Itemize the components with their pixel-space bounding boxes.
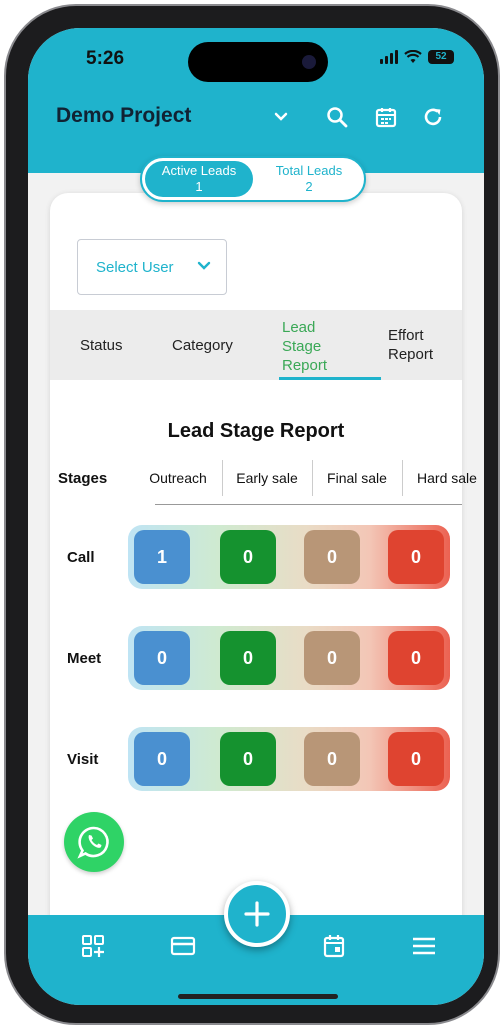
chevron-down-icon: [197, 261, 211, 270]
whatsapp-button[interactable]: [64, 812, 124, 872]
stage-cell[interactable]: 0: [134, 631, 190, 685]
total-leads-count: 2: [305, 179, 313, 194]
calendar-icon: [375, 108, 397, 128]
tab-status[interactable]: Status: [80, 310, 123, 380]
status-indicators: 52: [380, 50, 454, 64]
stage-cell[interactable]: 0: [388, 530, 444, 584]
stage-cell[interactable]: 0: [304, 631, 360, 685]
stage-cell[interactable]: 0: [388, 732, 444, 786]
stage-label-visit: Visit: [67, 751, 99, 768]
dynamic-island: [188, 42, 328, 82]
battery-icon: 52: [428, 50, 454, 64]
stage-label-meet: Meet: [67, 650, 102, 667]
stage-row-call: 1 0 0 0: [128, 525, 450, 589]
stage-cell[interactable]: 0: [388, 631, 444, 685]
tab-effort-report[interactable]: Effort Report: [388, 310, 454, 380]
whatsapp-icon: [77, 826, 109, 859]
stage-cell[interactable]: 1: [134, 530, 190, 584]
column-header-outreach: Outreach: [149, 470, 207, 486]
camera-icon: [302, 55, 316, 69]
calendar-button[interactable]: [371, 102, 401, 132]
search-icon: [327, 107, 348, 128]
signal-icon: [380, 50, 398, 64]
project-title: Demo Project: [56, 104, 192, 127]
project-dropdown-button[interactable]: [266, 102, 296, 132]
lead-count-toggle: Active Leads 1 Total Leads 2: [140, 156, 366, 202]
total-leads-label: Total Leads: [275, 163, 343, 178]
active-leads-count: 1: [195, 179, 203, 194]
column-header-hard-sale: Hard sale: [417, 470, 477, 486]
nav-card-button[interactable]: [168, 931, 198, 961]
home-indicator[interactable]: [178, 994, 338, 999]
nav-dashboard-button[interactable]: [78, 931, 108, 961]
stage-cell[interactable]: 0: [220, 732, 276, 786]
tab-category[interactable]: Category: [172, 310, 233, 380]
wifi-icon: [404, 50, 422, 63]
report-title: Lead Stage Report: [167, 420, 345, 442]
grid-add-icon: [82, 935, 104, 957]
stage-cell[interactable]: 0: [304, 530, 360, 584]
chevron-down-icon: [274, 112, 288, 121]
credit-card-icon: [170, 936, 196, 956]
stage-label-call: Call: [67, 549, 95, 566]
stage-cell[interactable]: 0: [134, 732, 190, 786]
stage-cell[interactable]: 0: [304, 732, 360, 786]
calendar-icon: [323, 935, 345, 958]
select-user-label: Select User: [96, 259, 174, 276]
menu-icon: [413, 937, 435, 955]
header-divider: [155, 504, 462, 505]
tab-status-label: Status: [80, 336, 123, 354]
total-leads-toggle[interactable]: Total Leads 2: [255, 161, 363, 197]
report-tabs: Status Category Lead Stage Report Effort…: [50, 310, 462, 380]
nav-menu-button[interactable]: [409, 931, 439, 961]
tab-effort-report-label: Effort Report: [388, 327, 434, 363]
column-header-early-sale: Early sale: [236, 470, 298, 486]
nav-calendar-button[interactable]: [319, 931, 349, 961]
stage-row-visit: 0 0 0 0: [128, 727, 450, 791]
stage-cell[interactable]: 0: [220, 530, 276, 584]
stages-header: Stages: [58, 470, 108, 487]
tab-lead-stage-report[interactable]: Lead Stage Report: [282, 310, 348, 380]
plus-icon: [244, 901, 270, 927]
tab-category-label: Category: [172, 336, 233, 354]
refresh-button[interactable]: [418, 102, 448, 132]
stage-row-meet: 0 0 0 0: [128, 626, 450, 690]
select-user-dropdown[interactable]: Select User: [77, 239, 227, 295]
report-header-row: Stages Outreach Early sale Final sale Ha…: [50, 460, 477, 506]
tab-lead-stage-report-label: Lead Stage Report: [282, 319, 328, 374]
status-time: 5:26: [86, 48, 125, 69]
active-leads-toggle[interactable]: Active Leads 1: [145, 161, 253, 197]
stage-cell[interactable]: 0: [220, 631, 276, 685]
column-header-final-sale: Final sale: [327, 470, 387, 486]
phone-frame: 5:26 52 Demo Project Active Leads 1 Tota…: [4, 4, 500, 1025]
app-screen: 5:26 52 Demo Project Active Leads 1 Tota…: [28, 28, 484, 1005]
status-bar: 5:26 52: [28, 28, 484, 90]
search-button[interactable]: [322, 102, 352, 132]
add-button[interactable]: [224, 881, 290, 947]
active-leads-label: Active Leads: [161, 163, 237, 178]
refresh-icon: [424, 108, 442, 126]
app-header: 5:26 52 Demo Project: [28, 28, 484, 173]
active-tab-indicator: [279, 377, 381, 380]
